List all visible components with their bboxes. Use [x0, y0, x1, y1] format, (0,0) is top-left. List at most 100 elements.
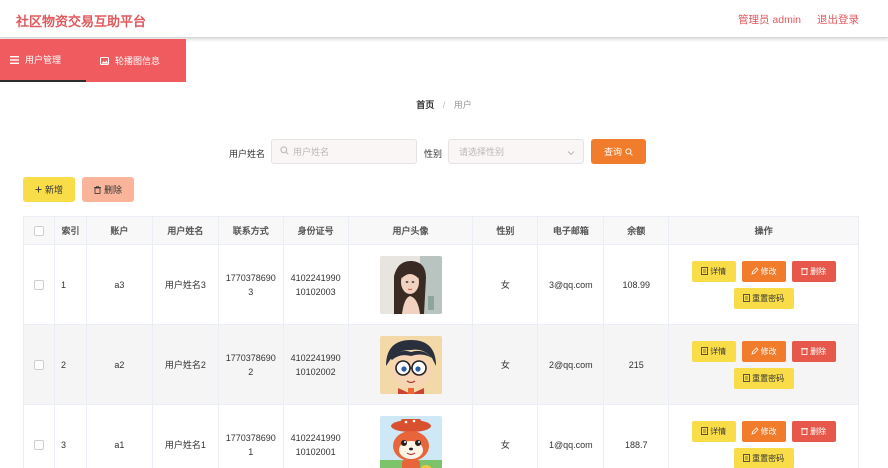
detail-button[interactable]: 详情 — [691, 420, 736, 442]
balance-cell: 215 — [604, 325, 670, 405]
reset-password-button[interactable]: 重置密码 — [733, 287, 794, 309]
row-select-cell — [24, 405, 55, 468]
phone-cell: 1770378690 2 — [218, 325, 284, 405]
account-cell: a2 — [86, 325, 153, 405]
select-all-cell — [24, 217, 55, 245]
column-header: 用户姓名 — [152, 217, 219, 245]
document-icon — [701, 427, 709, 435]
row-checkbox[interactable] — [33, 359, 44, 370]
document-icon — [743, 294, 751, 302]
document-icon — [701, 347, 709, 355]
document-icon — [743, 454, 751, 462]
row-checkbox[interactable] — [33, 439, 44, 450]
nav-item-label: 轮播图信息 — [115, 56, 161, 66]
name-cell: 用户姓名2 — [152, 325, 219, 405]
user-avatar-woman-portrait[interactable] — [379, 255, 442, 314]
remove-button-label: 删除 — [810, 266, 827, 276]
batch-delete-button[interactable]: 删除 — [82, 177, 134, 202]
trash-icon — [801, 347, 809, 355]
main-nav: 用户管理 轮播图信息 — [0, 39, 186, 82]
operations-cell: 详情 修改 删除 重置密码 — [669, 245, 859, 325]
table-row: 1 a3 用户姓名3 1770378690 3 4102241990 1010200… — [24, 245, 859, 325]
remove-button[interactable]: 删除 — [791, 340, 836, 362]
query-button-label: 查询 — [603, 147, 622, 157]
logout-link[interactable]: 退出登录 — [817, 12, 859, 27]
operations-cell: 详情 修改 删除 重置密码 — [669, 405, 859, 468]
breadcrumb-separator: / — [442, 100, 446, 110]
gender-label: 性别 — [424, 149, 443, 159]
name-cell: 用户姓名1 — [153, 405, 219, 468]
document-icon — [743, 374, 751, 382]
edit-icon — [751, 267, 759, 275]
email-cell: 2@qq.com — [538, 325, 605, 405]
remove-button[interactable]: 删除 — [791, 420, 836, 442]
email-cell: 3@qq.com — [538, 245, 605, 325]
column-header: 身份证号 — [283, 217, 349, 245]
index-cell: 3 — [55, 405, 87, 468]
gender-select-placeholder: 请选择性别 — [459, 147, 505, 157]
column-header: 账户 — [86, 217, 153, 245]
delete-button-label: 删除 — [103, 185, 122, 195]
detail-button[interactable]: 详情 — [691, 260, 736, 282]
column-header: 联系方式 — [218, 217, 284, 245]
reset-button-label: 重置密码 — [752, 293, 785, 303]
avatar-cell — [348, 325, 474, 405]
column-header: 索引 — [54, 217, 87, 245]
row-checkbox[interactable] — [33, 279, 44, 290]
app-title: 社区物资交易互助平台 — [16, 14, 147, 29]
row-select-cell — [24, 245, 55, 325]
remove-button-label: 删除 — [810, 426, 827, 436]
gender-cell: 女 — [473, 405, 539, 468]
phone-cell: 1770378690 1 — [219, 405, 284, 468]
remove-button[interactable]: 删除 — [791, 260, 836, 282]
image-icon — [100, 56, 109, 65]
gender-cell: 女 — [473, 325, 539, 405]
nav-item-carousel-info[interactable]: 轮播图信息 — [86, 39, 186, 82]
detail-button[interactable]: 详情 — [691, 340, 736, 362]
phone-cell: 1770378690 3 — [218, 245, 284, 325]
idcard-cell: 4102241990 10102001 — [284, 405, 349, 468]
select-all-checkbox[interactable] — [33, 225, 44, 236]
remove-button-label: 删除 — [810, 346, 827, 356]
trash-icon — [801, 427, 809, 435]
balance-cell: 188.7 — [604, 405, 670, 468]
user-avatar-cartoon-boy-glasses[interactable] — [379, 335, 442, 394]
top-header: 社区物资交易互助平台 管理员 admin 退出登录 — [0, 0, 888, 38]
chevron-down-icon — [567, 148, 575, 158]
operations-cell: 详情 修改 删除 重置密码 — [669, 325, 859, 405]
row-select-cell — [24, 325, 55, 405]
detail-button-label: 详情 — [710, 346, 727, 356]
table-header-row: 索引 账户 用户姓名 联系方式 身份证号 用户头像 性别 电子邮箱 余额 操作 — [24, 217, 859, 245]
menu-icon — [10, 55, 19, 64]
edit-button[interactable]: 修改 — [741, 340, 786, 362]
user-avatar-cartoon-fox[interactable] — [379, 415, 442, 468]
reset-password-button[interactable]: 重置密码 — [733, 447, 794, 468]
avatar-cell — [348, 245, 474, 325]
reset-button-label: 重置密码 — [752, 453, 785, 463]
name-search-input[interactable]: 用户姓名 — [271, 139, 417, 164]
name-search-label: 用户姓名 — [229, 149, 266, 159]
edit-button-label: 修改 — [760, 266, 777, 276]
reset-password-button[interactable]: 重置密码 — [733, 367, 794, 389]
search-icon — [625, 147, 633, 156]
index-cell: 2 — [54, 325, 87, 405]
detail-button-label: 详情 — [710, 426, 727, 436]
reset-button-label: 重置密码 — [752, 373, 785, 383]
breadcrumb-home[interactable]: 首页 — [416, 100, 434, 110]
add-button[interactable]: 新增 — [23, 177, 75, 202]
edit-button[interactable]: 修改 — [741, 420, 786, 442]
trash-icon — [93, 185, 101, 194]
account-cell: a1 — [87, 405, 153, 468]
edit-button[interactable]: 修改 — [741, 260, 786, 282]
admin-user-link[interactable]: 管理员 admin — [738, 12, 801, 27]
name-cell: 用户姓名3 — [152, 245, 219, 325]
breadcrumb-current: 用户 — [453, 100, 472, 110]
query-button[interactable]: 查询 — [591, 139, 646, 164]
name-search-placeholder: 用户姓名 — [293, 147, 330, 157]
gender-select[interactable]: 请选择性别 — [448, 139, 584, 164]
column-header: 用户头像 — [348, 217, 474, 245]
balance-cell: 108.99 — [604, 245, 670, 325]
nav-item-user-management[interactable]: 用户管理 — [0, 39, 86, 82]
table-row: 3 a1 用户姓名1 1770378690 1 4102241990 1010200… — [24, 405, 859, 468]
edit-button-label: 修改 — [760, 426, 777, 436]
